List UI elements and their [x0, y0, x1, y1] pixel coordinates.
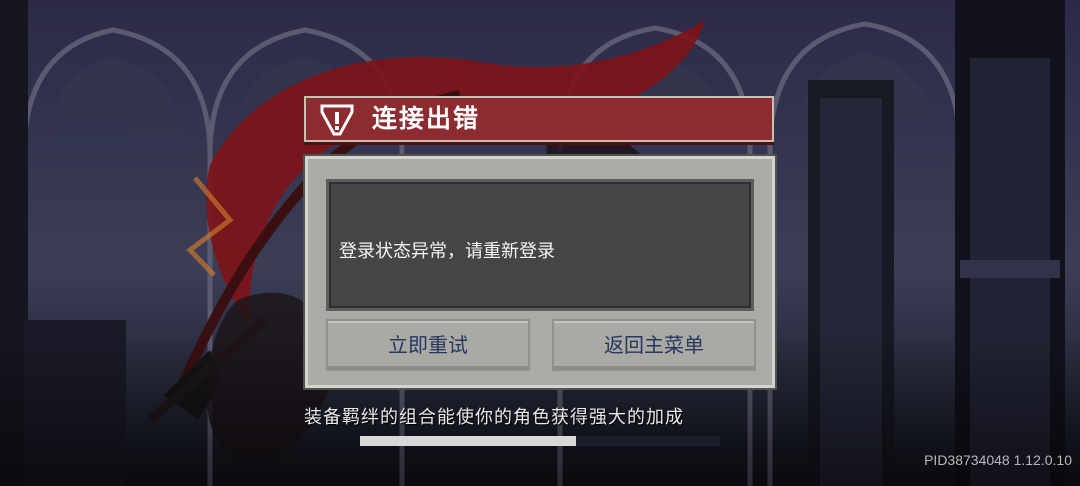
dialog-title-bar: 连接出错: [304, 96, 774, 142]
message-box: 登录状态异常，请重新登录: [326, 179, 754, 311]
retry-button[interactable]: 立即重试: [326, 319, 530, 371]
loading-progress-bar: [360, 436, 720, 446]
dialog-title: 连接出错: [372, 104, 481, 133]
build-version: PID38734048 1.12.0.10: [924, 452, 1072, 468]
loading-tip: 装备羁绊的组合能使你的角色获得强大的加成: [304, 407, 684, 428]
warning-icon: [320, 104, 354, 136]
error-message: 登录状态异常，请重新登录: [339, 241, 555, 262]
error-dialog: 登录状态异常，请重新登录 立即重试 返回主菜单: [303, 154, 777, 390]
loading-progress-fill: [360, 436, 576, 446]
return-main-menu-button[interactable]: 返回主菜单: [552, 319, 756, 371]
